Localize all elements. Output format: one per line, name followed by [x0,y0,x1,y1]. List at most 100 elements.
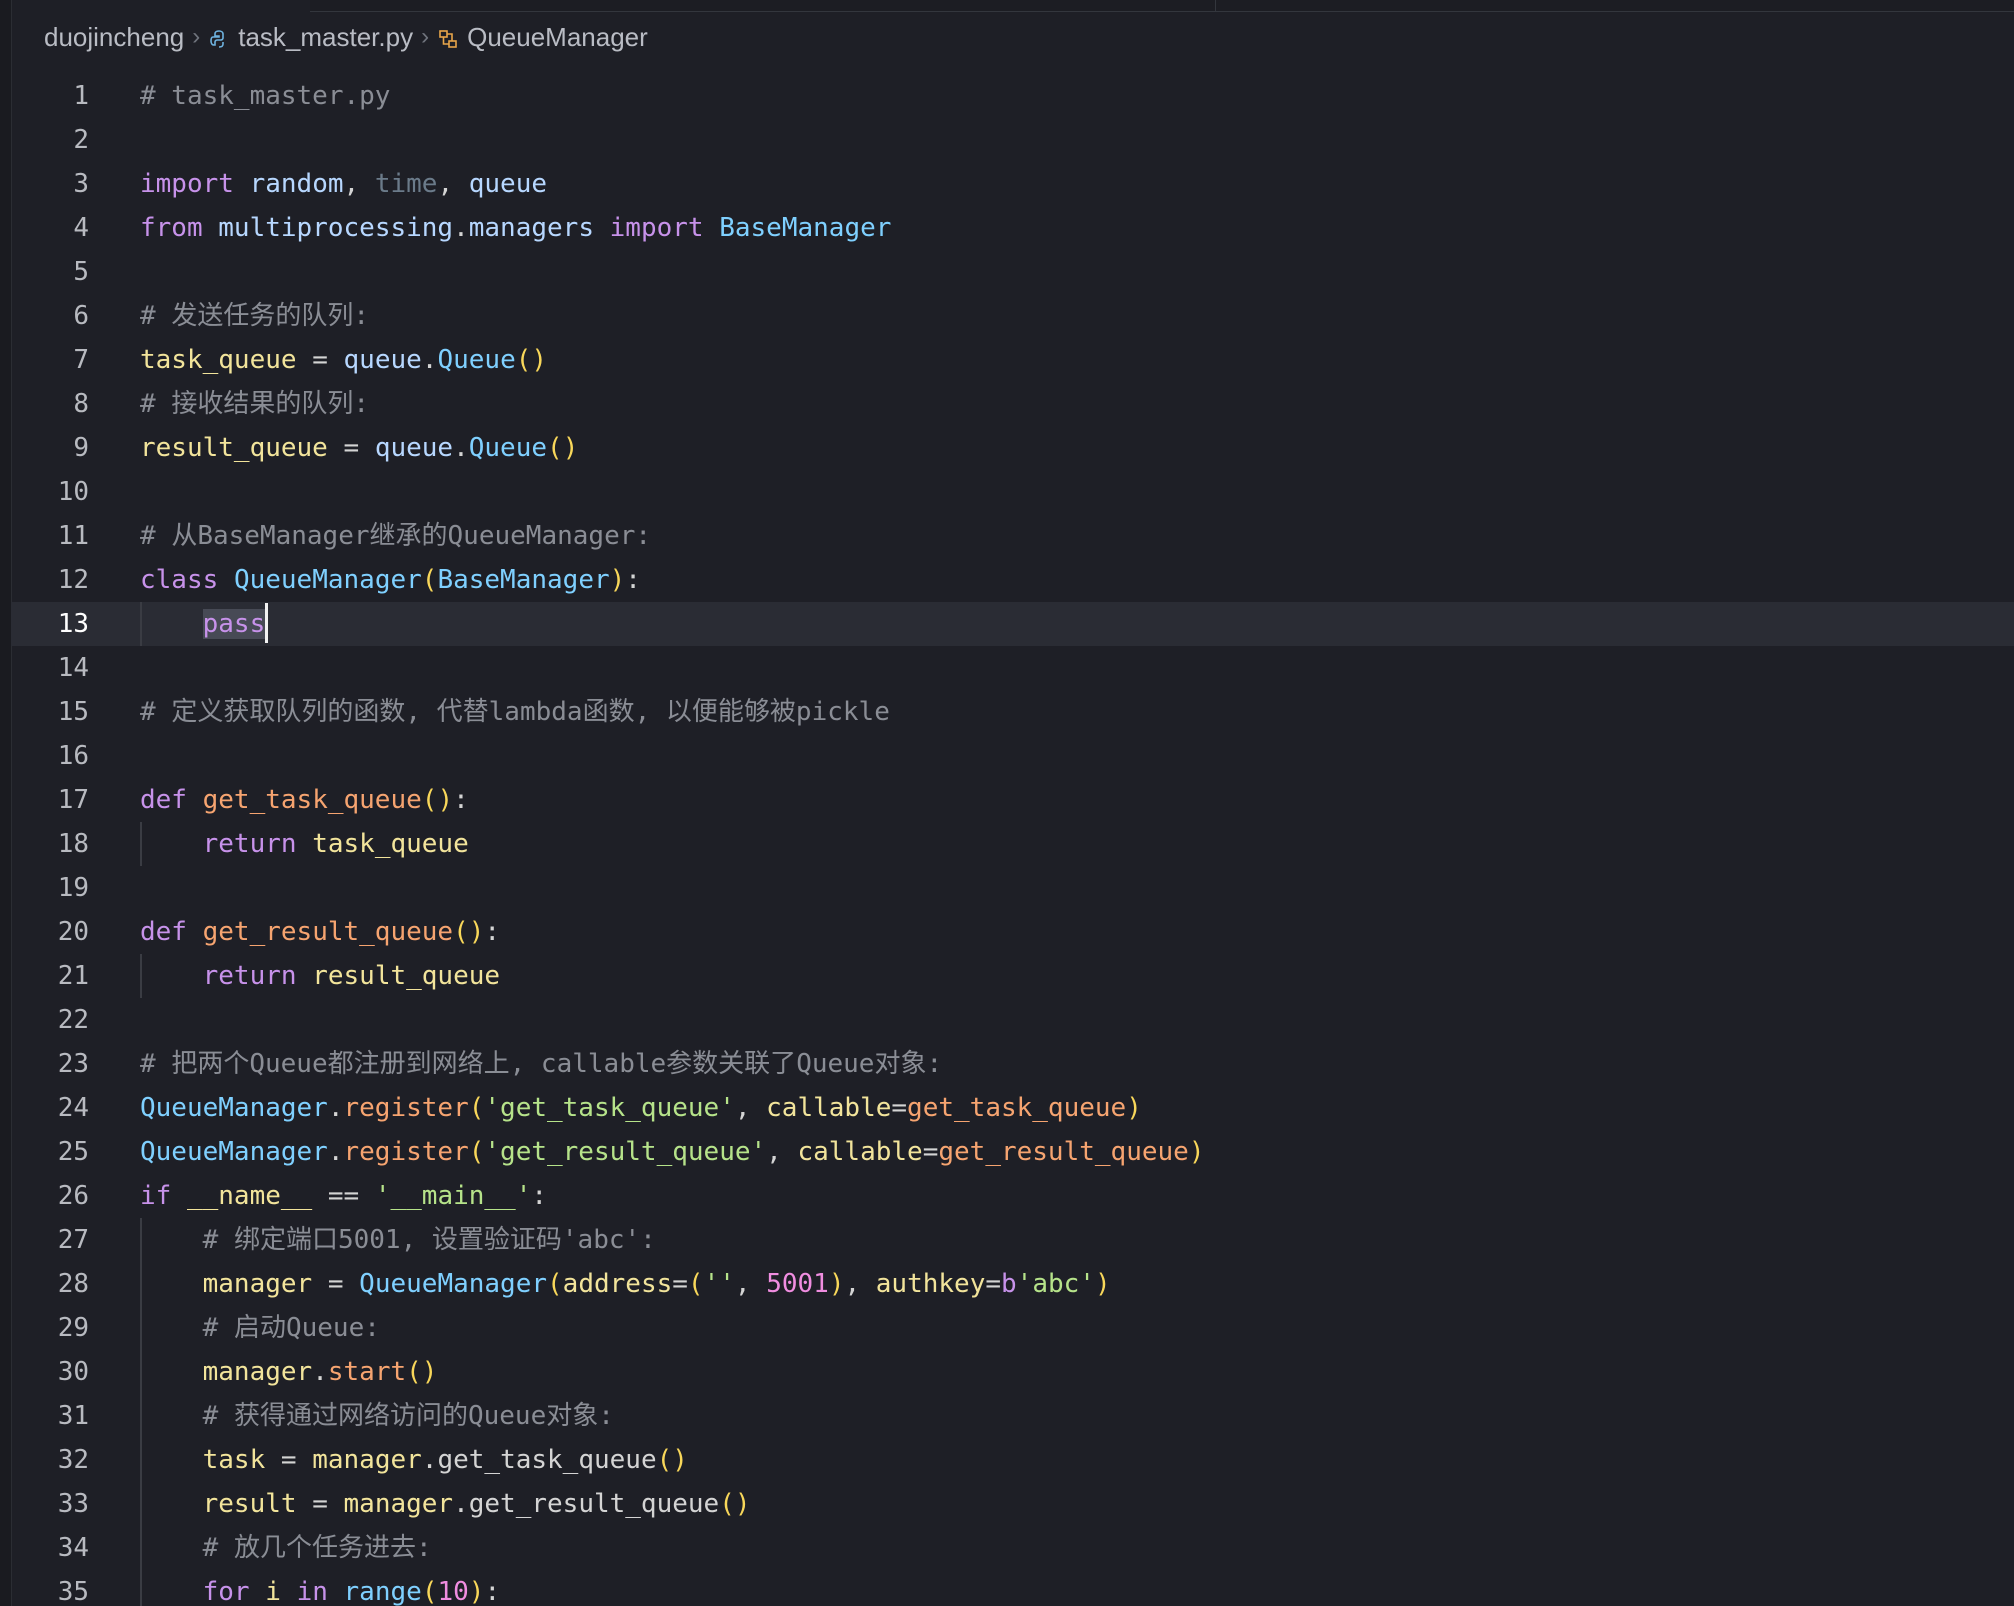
code-line[interactable]: 17 def get_task_queue(): [11,778,2014,822]
code-line[interactable]: 19 [11,866,2014,910]
code-line[interactable]: 18 return task_queue [11,822,2014,866]
code-line[interactable]: 15 # 定义获取队列的函数, 代替lambda函数, 以便能够被pickle [11,690,2014,734]
code-text[interactable]: def get_task_queue(): [140,778,469,822]
code-line[interactable]: 26 if __name__ == '__main__': [11,1174,2014,1218]
code-line[interactable]: 3 import random, time, queue [11,162,2014,206]
code-line[interactable]: 27 # 绑定端口5001, 设置验证码'abc': [11,1218,2014,1262]
code-text[interactable]: # 放几个任务进去: [140,1526,432,1570]
code-line[interactable]: 8 # 接收结果的队列: [11,382,2014,426]
line-number[interactable]: 6 [11,294,89,338]
line-number[interactable]: 13 [11,602,89,646]
code-text[interactable]: # 接收结果的队列: [140,382,369,426]
line-number[interactable]: 14 [11,646,89,690]
code-line[interactable]: 20 def get_result_queue(): [11,910,2014,954]
code-line[interactable]: 5 [11,250,2014,294]
code-text[interactable]: for i in range(10): [140,1570,500,1606]
code-line[interactable]: 14 [11,646,2014,690]
line-number[interactable]: 19 [11,866,89,910]
line-number[interactable]: 9 [11,426,89,470]
code-line[interactable]: 33 result = manager.get_result_queue() [11,1482,2014,1526]
code-text[interactable]: class QueueManager(BaseManager): [140,558,641,602]
code-text[interactable]: # 从BaseManager继承的QueueManager: [140,514,651,558]
code-line[interactable]: 21 return result_queue [11,954,2014,998]
code-line[interactable]: 6 # 发送任务的队列: [11,294,2014,338]
code-line[interactable]: 7 task_queue = queue.Queue() [11,338,2014,382]
line-number[interactable]: 32 [11,1438,89,1482]
line-number[interactable]: 20 [11,910,89,954]
line-number[interactable]: 16 [11,734,89,778]
code-text[interactable]: task = manager.get_task_queue() [140,1438,688,1482]
line-number[interactable]: 21 [11,954,89,998]
code-text[interactable]: from multiprocessing.managers import Bas… [140,206,891,250]
code-line[interactable]: 10 [11,470,2014,514]
code-line[interactable]: 13 pass [11,602,2014,646]
code-line[interactable]: 28 manager = QueueManager(address=('', 5… [11,1262,2014,1306]
code-text[interactable]: # 启动Queue: [140,1306,380,1350]
breadcrumb-symbol[interactable]: QueueManager [467,22,648,53]
line-number[interactable]: 8 [11,382,89,426]
line-number[interactable]: 17 [11,778,89,822]
line-number[interactable]: 27 [11,1218,89,1262]
code-line[interactable]: 34 # 放几个任务进去: [11,1526,2014,1570]
line-number[interactable]: 34 [11,1526,89,1570]
code-editor[interactable]: 1 # task_master.py 2 3 import random, time, … [11,74,2014,1606]
code-line[interactable]: 29 # 启动Queue: [11,1306,2014,1350]
breadcrumb-file[interactable]: task_master.py [238,22,413,53]
line-number[interactable]: 23 [11,1042,89,1086]
code-text[interactable]: manager = QueueManager(address=('', 5001… [140,1262,1111,1306]
code-line[interactable]: 9 result_queue = queue.Queue() [11,426,2014,470]
code-line[interactable]: 11 # 从BaseManager继承的QueueManager: [11,514,2014,558]
line-number[interactable]: 29 [11,1306,89,1350]
line-number[interactable]: 24 [11,1086,89,1130]
code-text[interactable]: # 发送任务的队列: [140,294,369,338]
line-number[interactable]: 22 [11,998,89,1042]
line-number[interactable]: 3 [11,162,89,206]
code-line[interactable]: 25 QueueManager.register('get_result_queu… [11,1130,2014,1174]
line-number[interactable]: 4 [11,206,89,250]
code-text[interactable]: # 把两个Queue都注册到网络上, callable参数关联了Queue对象: [140,1042,942,1086]
code-text[interactable]: pass [140,602,269,646]
code-line[interactable]: 22 [11,998,2014,1042]
code-text[interactable]: import random, time, queue [140,162,547,206]
code-line[interactable]: 23 # 把两个Queue都注册到网络上, callable参数关联了Queue对… [11,1042,2014,1086]
line-number[interactable]: 5 [11,250,89,294]
code-text[interactable]: # 获得通过网络访问的Queue对象: [140,1394,614,1438]
line-number[interactable]: 35 [11,1570,89,1606]
code-text[interactable]: return result_queue [140,954,500,998]
code-line[interactable]: 2 [11,118,2014,162]
line-number[interactable]: 33 [11,1482,89,1526]
code-line[interactable]: 12 class QueueManager(BaseManager): [11,558,2014,602]
code-line[interactable]: 24 QueueManager.register('get_task_queue'… [11,1086,2014,1130]
code-text[interactable]: def get_result_queue(): [140,910,500,954]
code-text[interactable]: QueueManager.register('get_result_queue'… [140,1130,1204,1174]
code-text[interactable]: # 定义获取队列的函数, 代替lambda函数, 以便能够被pickle [140,690,890,734]
code-line[interactable]: 4 from multiprocessing.managers import Ba… [11,206,2014,250]
line-number[interactable]: 2 [11,118,89,162]
line-number[interactable]: 11 [11,514,89,558]
code-line[interactable]: 30 manager.start() [11,1350,2014,1394]
line-number[interactable]: 18 [11,822,89,866]
code-text[interactable]: if __name__ == '__main__': [140,1174,547,1218]
line-number[interactable]: 31 [11,1394,89,1438]
code-text[interactable]: QueueManager.register('get_task_queue', … [140,1086,1142,1130]
line-number[interactable]: 30 [11,1350,89,1394]
code-text[interactable]: # 绑定端口5001, 设置验证码'abc': [140,1218,656,1262]
code-line[interactable]: 16 [11,734,2014,778]
line-number[interactable]: 10 [11,470,89,514]
line-number[interactable]: 1 [11,74,89,118]
code-text[interactable]: manager.start() [140,1350,438,1394]
code-text[interactable]: return task_queue [140,822,469,866]
breadcrumb-folder[interactable]: duojincheng [44,22,184,53]
code-text[interactable]: result_queue = queue.Queue() [140,426,578,470]
line-number[interactable]: 28 [11,1262,89,1306]
code-line[interactable]: 1 # task_master.py [11,74,2014,118]
line-number[interactable]: 25 [11,1130,89,1174]
code-text[interactable]: # task_master.py [140,74,390,118]
code-line[interactable]: 35 for i in range(10): [11,1570,2014,1606]
code-text[interactable]: task_queue = queue.Queue() [140,338,547,382]
code-text[interactable]: result = manager.get_result_queue() [140,1482,751,1526]
line-number[interactable]: 7 [11,338,89,382]
line-number[interactable]: 12 [11,558,89,602]
line-number[interactable]: 26 [11,1174,89,1218]
line-number[interactable]: 15 [11,690,89,734]
